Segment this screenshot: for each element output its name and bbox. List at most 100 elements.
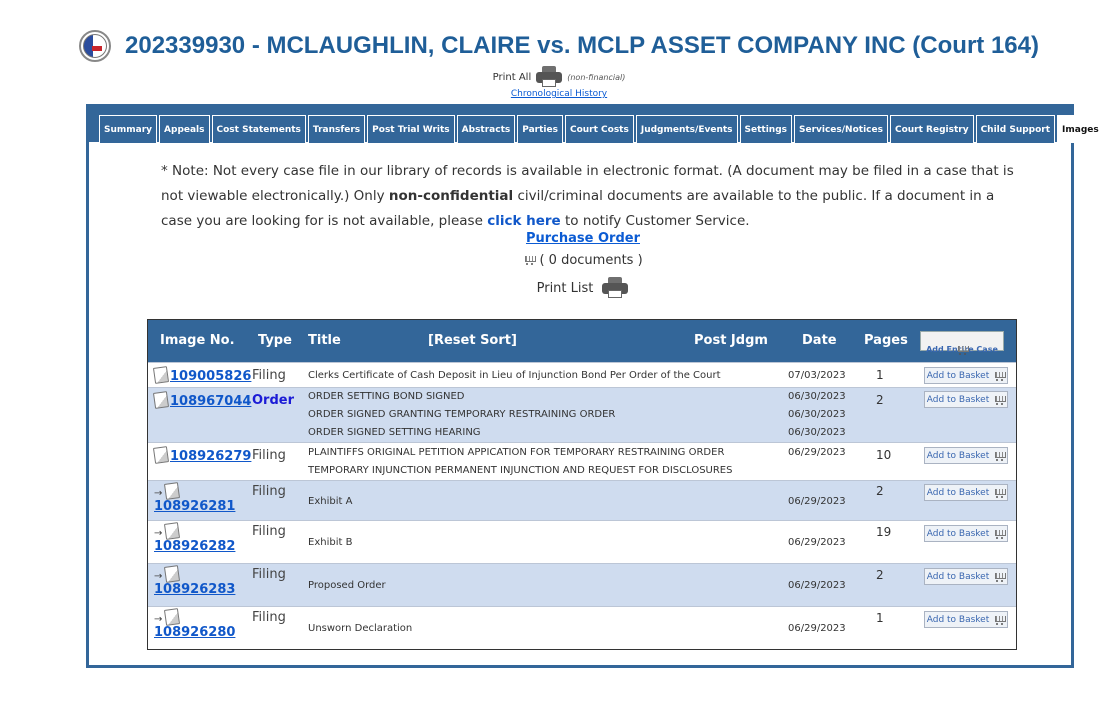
- type-cell: Filing: [252, 484, 286, 499]
- date-line: 06/29/2023: [788, 537, 846, 548]
- tab-post-trial-writs[interactable]: Post Trial Writs: [367, 115, 455, 143]
- type-cell: Filing: [252, 368, 286, 383]
- title-cell: Exhibit A: [308, 493, 352, 511]
- date-cell: 06/29/2023: [788, 620, 846, 638]
- print-list-label: Print List: [536, 280, 594, 296]
- title-cell: Clerks Certificate of Cash Deposit in Li…: [308, 367, 721, 385]
- table-row: → 108926282 Filing Exhibit B 06/29/2023 19 Add…: [148, 520, 1016, 563]
- document-icon[interactable]: [164, 565, 181, 583]
- cart-icon: [993, 488, 1007, 498]
- pages-cell: 19: [876, 525, 892, 539]
- add-to-basket-button[interactable]: Add to Basket: [924, 367, 1008, 384]
- case-header: 202339930 - MCLAUGHLIN, CLAIRE vs. MCLP …: [0, 30, 1118, 62]
- image-no-cell: → 108926282: [154, 522, 235, 554]
- print-list-row: Print List: [89, 277, 1077, 299]
- date-line: 07/03/2023: [788, 370, 846, 381]
- header-title[interactable]: Title: [308, 333, 341, 348]
- image-link[interactable]: 108926281: [154, 499, 235, 514]
- chronological-history-link[interactable]: Chronological History: [511, 89, 607, 99]
- image-link[interactable]: 108967044: [170, 394, 251, 409]
- cart-icon: [993, 615, 1007, 625]
- add-to-basket-label: Add to Basket: [926, 528, 990, 539]
- image-link[interactable]: 108926283: [154, 582, 235, 597]
- cart-icon: [993, 371, 1007, 381]
- cart-icon: [993, 529, 1007, 539]
- child-arrow-icon: →: [154, 571, 163, 582]
- tab-summary[interactable]: Summary: [99, 115, 158, 143]
- click-here-link[interactable]: click here: [487, 213, 561, 229]
- title-line: PLAINTIFFS ORIGINAL PETITION APPICATION …: [308, 447, 725, 458]
- document-count-row: ( 0 documents ): [89, 253, 1077, 268]
- document-icon[interactable]: [164, 522, 181, 540]
- add-to-basket-button[interactable]: Add to Basket: [924, 484, 1008, 501]
- date-line: 06/30/2023: [788, 391, 846, 402]
- image-no-cell: 108926279: [152, 446, 251, 464]
- image-no-cell: → 108926280: [154, 608, 235, 640]
- reset-sort-link[interactable]: [Reset Sort]: [428, 333, 517, 348]
- header-type[interactable]: Type: [258, 333, 292, 348]
- image-no-cell: 108967044: [152, 391, 251, 409]
- purchase-order-row: Purchase Order: [89, 231, 1077, 246]
- tab-appeals[interactable]: Appeals: [159, 115, 210, 143]
- print-all-label: Print All: [492, 71, 532, 83]
- purchase-order-link[interactable]: Purchase Order: [526, 231, 640, 246]
- document-icon[interactable]: [164, 608, 181, 626]
- table-header: Image No. Type Title [Reset Sort] Post J…: [148, 320, 1016, 362]
- type-cell: Filing: [252, 524, 286, 539]
- date-line: 06/30/2023: [788, 427, 846, 438]
- date-cell: 06/29/2023: [788, 577, 846, 595]
- tab-judgments-events[interactable]: Judgments/Events: [635, 115, 738, 143]
- document-icon[interactable]: [164, 482, 181, 500]
- title-line: Unsworn Declaration: [308, 623, 413, 634]
- print-all-printer-icon[interactable]: [535, 66, 563, 88]
- case-frame: Summary Appeals Cost Statements Transfers Po…: [86, 104, 1104, 668]
- add-to-basket-label: Add to Basket: [926, 614, 990, 625]
- image-link[interactable]: 108926282: [154, 539, 235, 554]
- print-list-printer-icon[interactable]: [601, 277, 629, 299]
- child-arrow-icon: →: [154, 614, 163, 625]
- tab-child-support[interactable]: Child Support: [975, 115, 1056, 143]
- tab-images[interactable]: Images: [1057, 115, 1104, 143]
- add-entire-case-button[interactable]: Add Entire Case: [920, 331, 1004, 355]
- date-line: 06/29/2023: [788, 496, 846, 507]
- table-row: → 108926280 Filing Unsworn Declaration 06/29…: [148, 606, 1016, 649]
- image-link[interactable]: 108926279: [170, 449, 251, 464]
- date-cell: 07/03/2023: [788, 367, 846, 385]
- tab-transfers[interactable]: Transfers: [307, 115, 366, 143]
- header-date[interactable]: Date: [802, 333, 837, 348]
- image-link[interactable]: 109005826: [170, 369, 251, 384]
- document-icon[interactable]: [152, 391, 170, 409]
- tab-settings[interactable]: Settings: [739, 115, 792, 143]
- chronological-row: Chronological History: [0, 89, 1118, 99]
- date-line: 06/29/2023: [788, 447, 846, 458]
- document-icon[interactable]: [152, 446, 170, 464]
- header-post-jdgm[interactable]: Post Jdgm: [694, 333, 768, 348]
- header-pages[interactable]: Pages: [864, 333, 908, 348]
- add-to-basket-button[interactable]: Add to Basket: [924, 568, 1008, 585]
- add-to-basket-button[interactable]: Add to Basket: [924, 525, 1008, 542]
- tab-court-costs[interactable]: Court Costs: [564, 115, 634, 143]
- title-line: Clerks Certificate of Cash Deposit in Li…: [308, 370, 721, 381]
- pages-cell: 2: [876, 484, 884, 498]
- title-line: ORDER SIGNED GRANTING TEMPORARY RESTRAIN…: [308, 409, 616, 420]
- document-icon[interactable]: [152, 366, 170, 384]
- tab-cost-statements[interactable]: Cost Statements: [211, 115, 306, 143]
- tab-services-notices[interactable]: Services/Notices: [794, 115, 888, 143]
- tab-abstracts[interactable]: Abstracts: [456, 115, 516, 143]
- table-row: → 108926283 Filing Proposed Order 06/29/2023…: [148, 563, 1016, 606]
- add-to-basket-label: Add to Basket: [926, 571, 990, 582]
- add-to-basket-button[interactable]: Add to Basket: [924, 611, 1008, 628]
- image-link[interactable]: 108926280: [154, 625, 235, 640]
- child-arrow-icon: →: [154, 528, 163, 539]
- cart-icon: [956, 345, 969, 355]
- note-text-3: to notify Customer Service.: [560, 213, 750, 229]
- add-to-basket-button[interactable]: Add to Basket: [924, 447, 1008, 464]
- county-seal-icon: [79, 30, 112, 62]
- header-image-no[interactable]: Image No.: [160, 333, 235, 348]
- add-to-basket-button[interactable]: Add to Basket: [924, 391, 1008, 408]
- pages-cell: 1: [876, 368, 884, 382]
- tab-court-registry[interactable]: Court Registry: [889, 115, 974, 143]
- image-no-cell: → 108926283: [154, 565, 235, 597]
- date-cell: 06/29/2023: [788, 493, 846, 511]
- tab-parties[interactable]: Parties: [517, 115, 563, 143]
